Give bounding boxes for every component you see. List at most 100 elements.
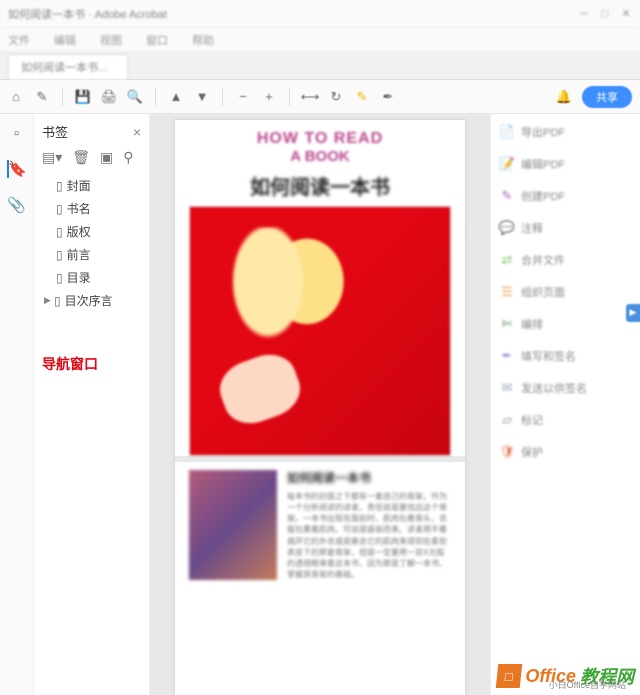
- tab-label: 如何阅读一本书...: [21, 62, 107, 74]
- page2-body: 每本书的封面之下都有一套自己的骨架，作为一个分析阅读的读者，责任就是要找出这个骨…: [287, 491, 451, 581]
- bookmark-label: 书名: [67, 200, 91, 217]
- tool-combine[interactable]: ⇄ 合并文件: [499, 252, 632, 268]
- separator: [222, 88, 223, 106]
- watermark-sub: 小白Office自学网站: [549, 678, 626, 691]
- minimize-icon[interactable]: ─: [578, 8, 590, 20]
- tool-label: 填写和签名: [521, 348, 576, 364]
- bookmark-label: 封面: [67, 177, 91, 194]
- menu-help[interactable]: 帮助: [192, 32, 214, 48]
- bookmark-item[interactable]: ▯ 书名: [38, 197, 145, 220]
- bookmark-icon: ▯: [56, 202, 63, 216]
- highlight-icon[interactable]: ✎: [354, 89, 370, 105]
- bookmark-item[interactable]: ▶▯ 目次序言: [38, 289, 145, 312]
- toolbar: ⌂ ✎ 💾 🖨 🔍 ▲ ▼ − + ⟷ ↻ ✎ ✒ 🔔 共享: [0, 80, 640, 114]
- options-icon[interactable]: ▤▾: [42, 149, 62, 166]
- bookmark-label: 版权: [67, 223, 91, 240]
- nav-close-icon[interactable]: ×: [133, 124, 141, 140]
- window-controls[interactable]: ─ □ ✕: [572, 7, 632, 20]
- bookmark-label: 前言: [67, 246, 91, 263]
- expand-icon[interactable]: ▶: [44, 295, 54, 306]
- sendsign-icon: ✉: [499, 380, 515, 396]
- tool-send-sign[interactable]: ✉发送以供签名: [499, 380, 632, 396]
- side-rail: ▫ 🔖 📎: [0, 114, 34, 695]
- bookmark-icon: ▯: [56, 225, 63, 239]
- menu-edit[interactable]: 编辑: [54, 32, 76, 48]
- page-up-icon[interactable]: ▲: [168, 89, 184, 105]
- page-down-icon[interactable]: ▼: [194, 89, 210, 105]
- export-icon: 📄: [499, 124, 515, 140]
- watermark-logo-icon: □: [496, 664, 523, 688]
- page-gap: [175, 456, 465, 462]
- tool-label: 注释: [521, 220, 543, 236]
- sign-icon[interactable]: ✒: [380, 89, 396, 105]
- bookmark-label: 目录: [67, 269, 91, 286]
- tool-edit-pdf[interactable]: 📝编辑PDF: [499, 156, 632, 172]
- separator: [62, 88, 63, 106]
- tool-organize[interactable]: ☰ 组织页面: [499, 284, 632, 300]
- print-icon[interactable]: 🖨: [101, 89, 117, 105]
- tab-bar: 如何阅读一本书...: [0, 52, 640, 80]
- organize-icon: ☰: [499, 284, 515, 300]
- fillsign-icon: ✒: [499, 348, 515, 364]
- close-icon[interactable]: ✕: [620, 7, 632, 20]
- tools-icon[interactable]: ✎: [34, 89, 50, 105]
- menu-bar: 文件 编辑 视图 窗口 帮助: [0, 28, 640, 52]
- tool-label: 合并文件: [521, 252, 565, 268]
- tool-stamp[interactable]: ▱标记: [499, 412, 632, 428]
- delete-icon[interactable]: 🗑: [72, 149, 90, 166]
- page2-text: 如何阅读一本书 每本书的封面之下都有一套自己的骨架，作为一个分析阅读的读者，责任…: [287, 470, 451, 580]
- zoom-in-icon[interactable]: +: [261, 89, 277, 105]
- combine-icon: ⇄: [499, 252, 515, 268]
- tool-comment[interactable]: 💬 注释: [499, 220, 632, 236]
- tool-export-pdf[interactable]: 📄 导出PDF: [499, 124, 632, 140]
- attachments-icon[interactable]: 📎: [8, 196, 26, 214]
- home-icon[interactable]: ⌂: [8, 89, 24, 105]
- tool-redact[interactable]: ✄ 编排: [499, 316, 632, 332]
- menu-window[interactable]: 窗口: [146, 32, 168, 48]
- document-view[interactable]: HOW TO READ A BOOK 如何阅读一本书 如何阅读一本书 每本书的封…: [150, 114, 490, 695]
- maximize-icon[interactable]: □: [599, 8, 611, 20]
- menu-file[interactable]: 文件: [8, 32, 30, 48]
- bookmark-icon: ▯: [54, 294, 61, 308]
- save-icon[interactable]: 💾: [75, 89, 91, 105]
- rotate-icon[interactable]: ↻: [328, 89, 344, 105]
- tool-label: 编排: [521, 316, 543, 332]
- bookmark-icon: ▯: [56, 248, 63, 262]
- bookmarks-icon[interactable]: 🔖: [7, 160, 25, 178]
- app-title: 如何阅读一本书 · Adobe Acrobat: [8, 6, 167, 22]
- tool-label: 组织页面: [521, 284, 565, 300]
- tool-fill-sign[interactable]: ✒ 填写和签名: [499, 348, 632, 364]
- menu-view[interactable]: 视图: [100, 32, 122, 48]
- find-bookmark-icon[interactable]: ⚲: [123, 149, 133, 166]
- bookmark-item[interactable]: ▯封面: [38, 174, 145, 197]
- tool-create-pdf[interactable]: ✎创建PDF: [499, 188, 632, 204]
- new-bookmark-icon[interactable]: ▣: [100, 149, 113, 166]
- bookmark-item[interactable]: ▯目录: [38, 266, 145, 289]
- document-tab[interactable]: 如何阅读一本书...: [8, 54, 128, 79]
- redact-icon: ✄: [499, 316, 515, 332]
- zoom-out-icon[interactable]: −: [235, 89, 251, 105]
- tool-label: 标记: [521, 412, 543, 428]
- bookmark-label: 目次序言: [65, 292, 113, 309]
- bookmark-item[interactable]: ▯ 前言: [38, 243, 145, 266]
- tool-protect[interactable]: 🛡保护: [499, 444, 632, 460]
- fit-icon[interactable]: ⟷: [302, 89, 318, 105]
- page2-heading: 如何阅读一本书: [287, 470, 451, 487]
- share-button[interactable]: 共享: [582, 86, 632, 108]
- thumbnails-icon[interactable]: ▫: [8, 124, 26, 142]
- tool-label: 编辑PDF: [521, 156, 565, 172]
- comment-icon: 💬: [499, 220, 515, 236]
- bell-icon[interactable]: 🔔: [556, 89, 572, 105]
- bookmark-item[interactable]: ▯ 版权: [38, 220, 145, 243]
- protect-icon: 🛡: [499, 444, 515, 460]
- collapse-tag[interactable]: ▶: [626, 304, 640, 322]
- tool-label: 导出PDF: [521, 124, 565, 140]
- page2-thumbnail: [189, 470, 277, 580]
- watermark: □ Office教程网 小白Office自学网站: [497, 663, 634, 689]
- bookmark-list: ▯封面 ▯书名 ▯版权 ▯前言 ▯目录 ▶▯目次序言: [34, 174, 149, 312]
- annotation-label: 导航窗口: [42, 354, 98, 374]
- cover-title-en2: A BOOK: [189, 148, 451, 165]
- nav-toolbar: ▤▾ 🗑 ▣ ⚲: [34, 145, 149, 174]
- search-icon[interactable]: 🔍: [127, 89, 143, 105]
- cover-title-cn: 如何阅读一本书: [189, 171, 451, 200]
